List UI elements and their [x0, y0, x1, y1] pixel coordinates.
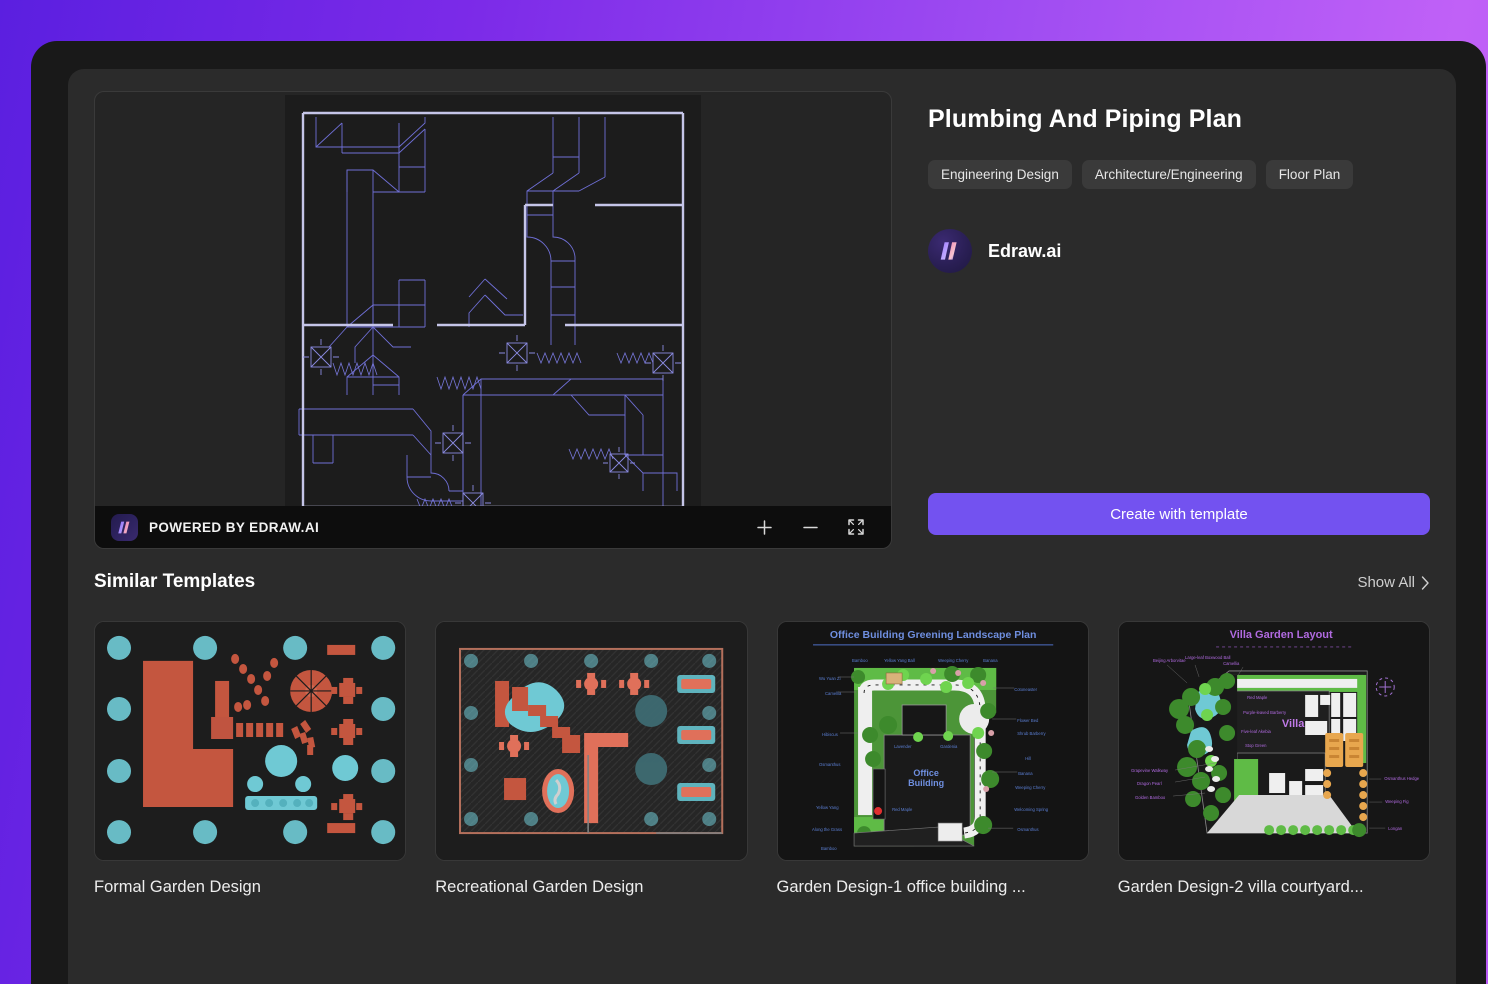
app-window: POWERED BY EDRAW.AI Plumbing And Piping … [68, 69, 1456, 984]
plus-icon [756, 519, 772, 535]
thumb-label: Grapevine Walkway [1131, 768, 1169, 773]
thumb-inner-title: Villa Garden Layout [1229, 629, 1332, 641]
create-with-template-button[interactable]: Create with template [928, 493, 1430, 535]
tag-architecture-engineering[interactable]: Architecture/Engineering [1081, 160, 1256, 189]
thumb-label: Beijing Arborvitae [1153, 658, 1186, 663]
plumbing-piping-plan-drawing [285, 95, 701, 513]
minus-icon [802, 526, 818, 528]
preview-toolbar: POWERED BY EDRAW.AI [95, 506, 891, 548]
template-card-title: Recreational Garden Design [435, 878, 644, 896]
office-landscape-thumbnail: Office Building Greening Landscape Plan [777, 622, 1088, 860]
thumb-label: Banana [983, 658, 998, 663]
svg-text:Building: Building [908, 778, 944, 788]
template-detail-section: POWERED BY EDRAW.AI Plumbing And Piping … [68, 69, 1456, 549]
template-card-title: Garden Design-2 villa courtyard... [1117, 878, 1364, 896]
show-all-link[interactable]: Show All [1357, 574, 1430, 591]
thumb-label: Weeping Cherry [1015, 785, 1046, 790]
thumb-label: Hibiscus [822, 732, 838, 737]
thumb-label: Yellow Yang Ball [884, 658, 915, 663]
template-card-title: Formal Garden Design [94, 878, 261, 896]
zoom-out-button[interactable] [793, 510, 827, 544]
template-thumbnail [94, 621, 407, 861]
template-card-title: Garden Design-1 office building ... [776, 878, 1026, 896]
edraw-avatar-icon[interactable] [928, 229, 972, 273]
template-preview-panel[interactable]: POWERED BY EDRAW.AI [94, 91, 892, 549]
thumb-label: Wu Yuan Zi [819, 676, 841, 681]
cad-preview-stage [95, 92, 891, 548]
thumb-label: Red Maple [892, 807, 913, 812]
expand-icon [848, 519, 864, 535]
similar-templates-section: Similar Templates Show All Formal Garden… [68, 549, 1456, 897]
zoom-in-button[interactable] [747, 510, 781, 544]
tag-list: Engineering Design Architecture/Engineer… [928, 160, 1430, 189]
thumb-label: Longan [1388, 826, 1403, 831]
thumb-label: Osmanthus Hedge [1384, 776, 1420, 781]
thumb-label: Dragon Pearl [1137, 781, 1162, 786]
edraw-mark-icon [940, 242, 957, 260]
edraw-logo-icon [111, 513, 138, 541]
thumb-label: Stop Green [1245, 743, 1267, 748]
edraw-mark-icon [118, 521, 130, 533]
thumb-label: Cotoneaster [1014, 687, 1037, 692]
thumb-label: Gardenia [940, 744, 958, 749]
svg-text:Office: Office [913, 768, 939, 778]
thumb-label: Bamboo [852, 658, 868, 663]
thumb-label: Purple-leaved Barberry [1243, 710, 1287, 715]
thumb-inner-title: Office Building Greening Landscape Plan [829, 629, 1036, 641]
thumb-label: Red Maple [1247, 695, 1268, 700]
svg-text:Villa: Villa [1282, 718, 1305, 730]
thumb-label: Welcoming Spring [1014, 807, 1049, 812]
thumb-label: Osmanthus [819, 762, 840, 767]
template-thumbnail [435, 621, 748, 861]
thumb-label: Shrub Barberry [1017, 731, 1046, 736]
thumb-label: Bamboo [821, 846, 837, 851]
tag-engineering-design[interactable]: Engineering Design [928, 160, 1072, 189]
thumb-label: Camellia [1223, 661, 1240, 666]
thumb-label: Weeping Cherry [938, 658, 969, 663]
thumb-label: Flower Bed [1017, 718, 1039, 723]
thumb-label: Along the Grass [812, 827, 842, 832]
thumb-label: Lavender [894, 744, 912, 749]
author-row[interactable]: Edraw.ai [928, 229, 1430, 273]
thumb-label: Yellow Yang [816, 805, 839, 810]
thumb-label: Large-leaf Boxwood Ball [1185, 655, 1230, 660]
template-thumbnail: Office Building Greening Landscape Plan [776, 621, 1089, 861]
template-card-office-landscape[interactable]: Office Building Greening Landscape Plan [776, 621, 1089, 897]
fullscreen-button[interactable] [839, 510, 873, 544]
detail-spacer [928, 273, 1430, 493]
chevron-right-icon [1421, 575, 1429, 590]
powered-by-label: POWERED BY EDRAW.AI [149, 519, 320, 535]
thumb-label: Five-leaf Akebia [1241, 729, 1271, 734]
page-title: Plumbing And Piping Plan [928, 105, 1242, 133]
show-all-label: Show All [1357, 574, 1415, 591]
villa-garden-thumbnail: Villa Garden Layout Beijing Arborvitae L… [1118, 622, 1429, 860]
template-thumbnail: Villa Garden Layout Beijing Arborvitae L… [1117, 621, 1430, 861]
device-frame: POWERED BY EDRAW.AI Plumbing And Piping … [31, 41, 1486, 984]
template-card-formal-garden[interactable]: Formal Garden Design [94, 621, 407, 897]
author-name: Edraw.ai [988, 240, 1062, 261]
recreational-garden-thumbnail [436, 622, 747, 860]
thumb-label: Banana [1018, 771, 1033, 776]
template-card-villa-garden[interactable]: Villa Garden Layout Beijing Arborvitae L… [1117, 621, 1430, 897]
similar-templates-title: Similar Templates [94, 571, 256, 592]
thumb-label: Golden Bamboo [1135, 795, 1166, 800]
tag-floor-plan[interactable]: Floor Plan [1265, 160, 1354, 189]
thumb-label: Hill [1025, 756, 1031, 761]
formal-garden-thumbnail [95, 622, 406, 860]
template-info-column: Plumbing And Piping Plan Engineering Des… [928, 91, 1430, 549]
thumb-label: Osmanthus [1017, 827, 1038, 832]
similar-templates-grid: Formal Garden Design Recreational Garden… [94, 621, 1430, 897]
thumb-label: Weeping Fig [1385, 799, 1409, 804]
template-card-recreational-garden[interactable]: Recreational Garden Design [435, 621, 748, 897]
similar-templates-header: Similar Templates Show All [94, 571, 1430, 593]
